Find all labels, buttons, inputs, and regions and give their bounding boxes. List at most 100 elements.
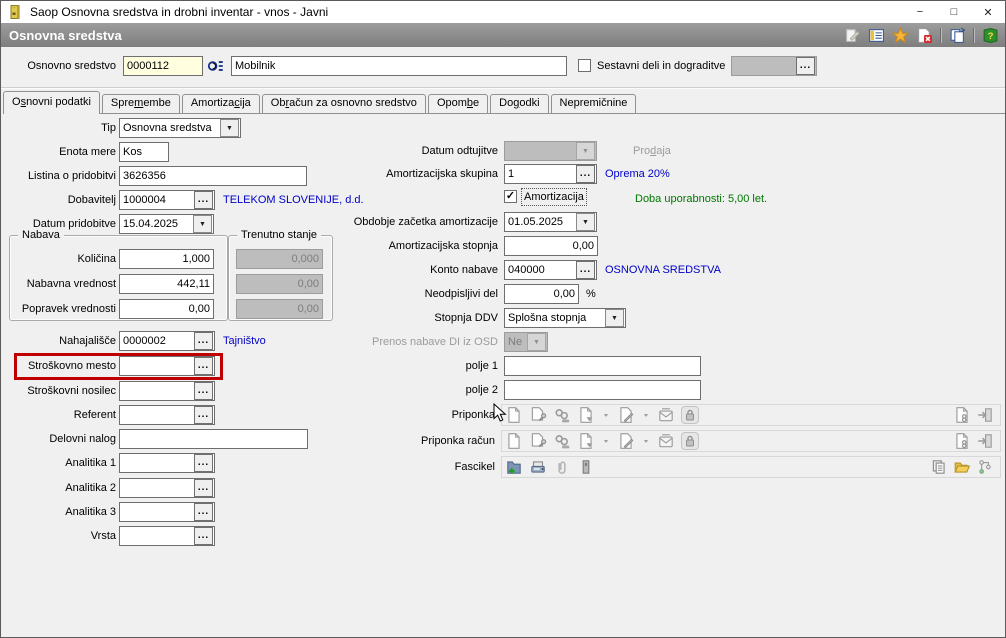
edit-document-icon[interactable] (617, 406, 635, 424)
tip-combobox[interactable]: ▼ (119, 118, 241, 138)
close-button[interactable]: ✕ (971, 1, 1005, 23)
amortizacijska-skupina-field[interactable]: ... (504, 164, 597, 184)
dobavitelj-lookup-button[interactable]: ... (194, 191, 213, 209)
import-document-icon[interactable] (976, 432, 994, 450)
analitika2-lookup-button[interactable]: ... (194, 479, 213, 497)
polje1-field[interactable] (504, 356, 701, 376)
amortizacija-checkbox[interactable]: ✓ (504, 190, 517, 203)
document-number-icon[interactable] (953, 432, 971, 450)
new-document-icon[interactable] (505, 432, 523, 450)
lookup-icon[interactable] (207, 57, 225, 75)
dobavitelj-field[interactable]: ... (119, 190, 215, 210)
stopnja-ddv-combobox[interactable]: ▼ (504, 308, 626, 328)
datum-pridobitve-combobox[interactable]: ▼ (119, 214, 214, 234)
delovni-nalog-input[interactable] (123, 433, 306, 445)
vrsta-lookup-button[interactable]: ... (194, 527, 213, 545)
stroskovni-nosilec-field[interactable]: ... (119, 381, 215, 401)
referent-lookup-button[interactable]: ... (194, 406, 213, 424)
stroskovni-nosilec-input[interactable] (123, 385, 193, 397)
kolicina-field[interactable] (119, 249, 214, 269)
polje1-input[interactable] (508, 360, 699, 372)
vrsta-input[interactable] (123, 530, 193, 542)
konto-nabave-lookup-button[interactable]: ... (576, 261, 595, 279)
caret-down-icon[interactable] (601, 406, 611, 424)
tab-spremembe[interactable]: Spremembe (101, 94, 180, 113)
nabavna-vrednost-input[interactable] (123, 278, 212, 290)
amortizacijska-skupina-lookup-button[interactable]: ... (576, 165, 595, 183)
konto-nabave-input[interactable] (508, 264, 575, 276)
nahajalisce-field[interactable]: ... (119, 331, 215, 351)
nabavna-vrednost-field[interactable] (119, 274, 214, 294)
help-book-icon[interactable] (982, 27, 999, 44)
maximize-button[interactable]: □ (937, 1, 971, 23)
document-number-icon[interactable] (953, 406, 971, 424)
datum-pridobitve-dropdown-button[interactable]: ▼ (193, 215, 212, 233)
asset-name-input[interactable] (235, 60, 565, 72)
delovni-nalog-field[interactable] (119, 429, 308, 449)
new-document-icon[interactable] (505, 406, 523, 424)
analitika2-field[interactable]: ... (119, 478, 215, 498)
binder-icon[interactable] (577, 458, 595, 476)
caret-down-icon[interactable] (641, 406, 651, 424)
obdobje-dropdown-button[interactable]: ▼ (576, 213, 595, 231)
stroskovni-nosilec-lookup-button[interactable]: ... (194, 382, 213, 400)
stroskovno-mesto-lookup-button[interactable]: ... (194, 357, 213, 375)
caret-down-icon[interactable] (641, 432, 651, 450)
export-document-icon[interactable] (577, 406, 595, 424)
analitika2-input[interactable] (123, 482, 193, 494)
tip-input[interactable] (123, 122, 219, 134)
tab-opombe[interactable]: Opombe (427, 94, 489, 113)
referent-field[interactable]: ... (119, 405, 215, 425)
data-browse-icon[interactable] (868, 27, 885, 44)
popravek-vrednosti-field[interactable] (119, 299, 214, 319)
amortizacijska-skupina-input[interactable] (508, 168, 575, 180)
analitika1-input[interactable] (123, 457, 193, 469)
hierarchy-icon[interactable] (976, 458, 994, 476)
datum-pridobitve-input[interactable] (123, 218, 192, 230)
listina-input[interactable] (123, 170, 305, 182)
asset-code-input[interactable] (127, 60, 201, 72)
dobavitelj-input[interactable] (123, 194, 193, 206)
delete-calendar-icon[interactable] (916, 27, 933, 44)
import-document-icon[interactable] (976, 406, 994, 424)
stopnja-ddv-dropdown-button[interactable]: ▼ (605, 309, 624, 327)
tab-amortizacija[interactable]: Amortizacija (181, 94, 260, 113)
tab-dogodki[interactable]: Dogodki (490, 94, 549, 113)
listina-field[interactable] (119, 166, 307, 186)
open-document-icon[interactable] (529, 432, 547, 450)
copy-document-icon[interactable] (930, 458, 948, 476)
link-chain-icon[interactable] (553, 406, 571, 424)
analitika3-lookup-button[interactable]: ... (194, 503, 213, 521)
open-folder-icon[interactable] (953, 458, 971, 476)
obdobje-input[interactable] (508, 216, 575, 228)
scan-mail-icon[interactable] (657, 406, 675, 424)
analitika3-field[interactable]: ... (119, 502, 215, 522)
neodpisljivi-del-input[interactable] (508, 288, 577, 300)
link-chain-icon[interactable] (553, 432, 571, 450)
favorites-star-icon[interactable] (892, 27, 909, 44)
components-lookup-button[interactable]: ... (796, 57, 815, 75)
stroskovno-mesto-field[interactable]: ... (119, 356, 215, 376)
polje2-input[interactable] (508, 384, 699, 396)
scanner-icon[interactable] (529, 458, 547, 476)
analitika1-lookup-button[interactable]: ... (194, 454, 213, 472)
edit-record-icon[interactable] (844, 27, 861, 44)
konto-nabave-field[interactable]: ... (504, 260, 597, 280)
nahajalisce-lookup-button[interactable]: ... (194, 332, 213, 350)
stopnja-ddv-input[interactable] (508, 312, 604, 324)
kolicina-input[interactable] (123, 253, 212, 265)
polje2-field[interactable] (504, 380, 701, 400)
amortizacijska-stopnja-input[interactable] (508, 240, 596, 252)
tip-dropdown-button[interactable]: ▼ (220, 119, 239, 137)
paperclip-icon[interactable] (553, 458, 571, 476)
analitika1-field[interactable]: ... (119, 453, 215, 473)
enota-mere-field[interactable] (119, 142, 169, 162)
copy-record-icon[interactable] (949, 27, 966, 44)
asset-name-field[interactable] (231, 56, 567, 76)
asset-code-field[interactable] (123, 56, 203, 76)
stroskovno-mesto-input[interactable] (123, 360, 193, 372)
tab-obracun[interactable]: Obračun za osnovno sredstvo (261, 94, 426, 113)
amortizacija-checkbox-label[interactable]: Amortizacija (521, 188, 587, 206)
caret-down-icon[interactable] (601, 432, 611, 450)
edit-document-icon[interactable] (617, 432, 635, 450)
